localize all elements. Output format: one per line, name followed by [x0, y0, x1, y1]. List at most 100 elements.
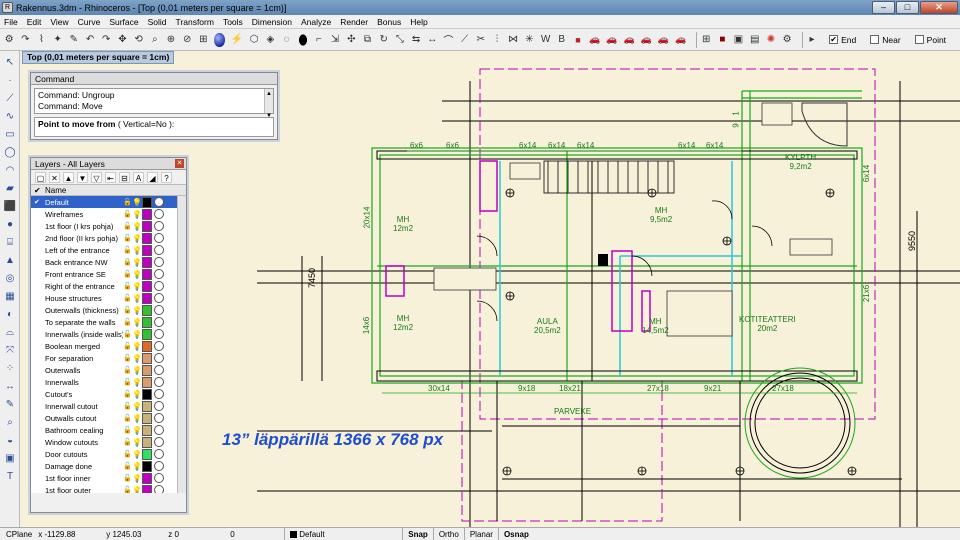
layer-color-swatch[interactable] [142, 232, 152, 244]
cone-tool-icon[interactable]: ▲ [3, 253, 17, 267]
layer-name[interactable]: Outerwalls (thickness) [45, 306, 123, 315]
layer-name[interactable]: Boolean merged [45, 342, 123, 351]
layer-icon[interactable]: ◈ [265, 33, 275, 47]
layer-row[interactable]: Cutout's 🔓 💡 [31, 388, 186, 400]
near-checkbox[interactable] [870, 35, 880, 44]
move-down-icon[interactable]: ▼ [77, 171, 88, 183]
layer-color-swatch[interactable] [142, 268, 152, 280]
layer-color-swatch[interactable] [142, 436, 152, 448]
layer-name[interactable]: Back entrance NW [45, 258, 123, 267]
lock-open-icon[interactable]: 🔓 [123, 462, 132, 470]
select-objects-icon[interactable]: ⇤ [105, 171, 116, 183]
menu-help[interactable]: Help [410, 17, 427, 27]
drafting-tool-icon[interactable]: ✎ [3, 397, 17, 411]
new-layer-icon[interactable]: ▢ [35, 171, 46, 183]
render-tool-icon[interactable]: ◒ [3, 433, 17, 447]
lock-open-icon[interactable]: 🔓 [123, 438, 132, 446]
car-icon-1[interactable]: 🚗 [589, 33, 600, 47]
menu-bonus[interactable]: Bonus [377, 17, 401, 27]
material-circle-icon[interactable] [154, 377, 164, 387]
material-circle-icon[interactable] [154, 233, 164, 243]
layer-color-swatch[interactable] [142, 460, 152, 472]
lightbulb-icon[interactable]: 💡 [132, 354, 142, 363]
lightbulb-icon[interactable]: 💡 [132, 402, 142, 411]
lightbulb-icon[interactable]: 💡 [132, 486, 142, 494]
layer-color-swatch[interactable] [142, 352, 152, 364]
layer-color-swatch[interactable] [142, 340, 152, 352]
lock-open-icon[interactable]: 🔓 [123, 402, 132, 410]
layer-name[interactable]: Innerwalls [45, 378, 123, 387]
layer-name[interactable]: Bathroom cealing [45, 426, 123, 435]
layer-row[interactable]: Boolean merged 🔓 💡 [31, 340, 186, 352]
layer-name[interactable]: Cutout's [45, 390, 123, 399]
prompt-options[interactable]: ( Vertical=No ): [118, 119, 174, 129]
redo-icon[interactable]: ↷ [101, 33, 111, 47]
menu-edit[interactable]: Edit [27, 17, 42, 27]
material-circle-icon[interactable] [154, 449, 164, 459]
end-checkbox[interactable]: ✔ [829, 35, 839, 44]
pan-icon[interactable]: ✥ [117, 33, 127, 47]
toolbar-expand-icon[interactable]: ▸ [807, 33, 817, 47]
frame-icon[interactable]: ▣ [733, 33, 743, 47]
point-icon[interactable]: ⌐ [314, 33, 324, 47]
menu-dimension[interactable]: Dimension [252, 17, 292, 27]
circle-tool-icon[interactable]: ◯ [3, 145, 17, 159]
material-circle-icon[interactable] [154, 365, 164, 375]
lock-open-icon[interactable]: 🔓 [123, 282, 132, 290]
layer-name[interactable]: Outwalls cutout [45, 414, 123, 423]
layer-color-swatch[interactable] [142, 364, 152, 376]
layer-row[interactable]: Outerwalls (thickness) 🔓 💡 [31, 304, 186, 316]
layer-color-swatch[interactable] [142, 328, 152, 340]
layers-name-header[interactable]: Name [45, 186, 66, 195]
layers-close-icon[interactable]: ✕ [175, 159, 184, 168]
material-circle-icon[interactable] [154, 281, 164, 291]
lightbulb-icon[interactable]: 💡 [132, 474, 142, 483]
layer-row[interactable]: Innerwall cutout 🔓 💡 [31, 400, 186, 412]
weld-icon[interactable]: W [540, 33, 550, 47]
move-icon[interactable]: ✣ [346, 33, 356, 47]
layer-name[interactable]: Front entrance SE [45, 270, 123, 279]
lock-open-icon[interactable]: 🔓 [123, 210, 132, 218]
car-icon-6[interactable]: 🚗 [675, 33, 686, 47]
current-layer-check-icon[interactable]: ✔ [34, 198, 42, 206]
settings-icon[interactable]: ⚙ [4, 33, 14, 47]
lightbulb-icon[interactable]: 💡 [132, 390, 142, 399]
lock-open-icon[interactable]: 🔓 [123, 306, 132, 314]
osnap-toggle[interactable]: Osnap [497, 527, 534, 540]
select-arrow-icon[interactable]: ↖ [3, 55, 17, 69]
menu-analyze[interactable]: Analyze [301, 17, 331, 27]
lock-open-icon[interactable]: 🔓 [123, 450, 132, 458]
curve-tool-icon[interactable]: ∿ [3, 109, 17, 123]
layer-name[interactable]: Damage done [45, 462, 123, 471]
gear-icon[interactable]: ⚙ [782, 33, 792, 47]
material-circle-icon[interactable] [154, 329, 164, 339]
material-circle-icon[interactable] [154, 221, 164, 231]
viewport-title-tab[interactable]: Top (0,01 meters per square = 1cm) [22, 51, 175, 64]
layers-scrollbar[interactable] [177, 196, 186, 493]
layer-row[interactable]: Outerwalls 🔓 💡 [31, 364, 186, 376]
car-icon-3[interactable]: 🚗 [623, 33, 634, 47]
layer-name[interactable]: 1st floor (I krs pohja) [45, 222, 123, 231]
lightbulb-icon[interactable]: 💡 [132, 198, 142, 207]
mesh-tool-icon[interactable]: ▦ [3, 289, 17, 303]
layer-color-swatch[interactable] [142, 376, 152, 388]
layer-row[interactable]: 2nd floor (II krs pohja) 🔓 💡 [31, 232, 186, 244]
layer-row[interactable]: Bathroom cealing 🔓 💡 [31, 424, 186, 436]
layer-name[interactable]: To separate the walls [45, 318, 123, 327]
material-circle-icon[interactable] [154, 245, 164, 255]
layer-row[interactable]: For separation 🔓 💡 [31, 352, 186, 364]
layer-row[interactable]: Left of the entrance 🔓 💡 [31, 244, 186, 256]
layer-color-swatch[interactable] [142, 448, 152, 460]
lock-open-icon[interactable]: 🔓 [123, 330, 132, 338]
lock-object-icon[interactable] [297, 32, 308, 47]
lightbulb-icon[interactable]: 💡 [132, 210, 142, 219]
menu-transform[interactable]: Transform [176, 17, 214, 27]
command-prompt[interactable]: Point to move from ( Vertical=No ): [34, 117, 274, 137]
shaded-sphere-icon[interactable] [214, 32, 225, 47]
explode-icon[interactable]: ✳ [524, 33, 534, 47]
arc-tool-icon[interactable]: ◠ [3, 163, 17, 177]
lightbulb-icon[interactable]: 💡 [132, 366, 142, 375]
command-scrollbar[interactable]: ▲ ▼ [264, 89, 273, 119]
menu-surface[interactable]: Surface [109, 17, 138, 27]
material-circle-icon[interactable] [154, 269, 164, 279]
